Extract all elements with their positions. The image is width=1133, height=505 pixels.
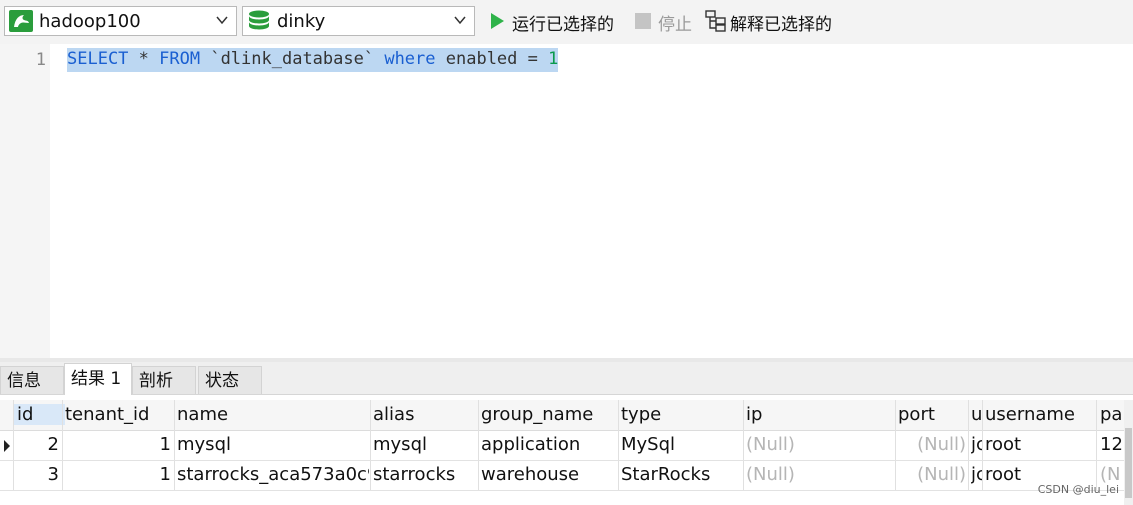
- vertical-scrollbar[interactable]: [1124, 400, 1133, 505]
- stop-label: 停止: [658, 15, 692, 35]
- watermark-credit: CSDN @diu_lei: [1037, 483, 1119, 496]
- column-header[interactable]: name: [177, 404, 367, 425]
- scrollbar-thumb[interactable]: [1125, 428, 1132, 498]
- database-name: dinky: [277, 11, 326, 32]
- tab-status[interactable]: 状态: [198, 366, 262, 394]
- connection-select[interactable]: hadoop100: [4, 6, 237, 36]
- cell-alias[interactable]: starrocks: [373, 464, 477, 485]
- cell-name[interactable]: starrocks_aca573a0c9: [177, 464, 369, 485]
- cell-u[interactable]: jc: [971, 434, 982, 455]
- run-selected-button[interactable]: 运行已选择的: [486, 9, 626, 35]
- column-header[interactable]: port: [898, 404, 966, 425]
- tab-result-1[interactable]: 结果 1: [64, 363, 132, 395]
- cell-type[interactable]: MySql: [621, 434, 742, 455]
- column-header[interactable]: group_name: [481, 404, 615, 425]
- cell-name[interactable]: mysql: [177, 434, 369, 455]
- line-number: 1: [35, 50, 46, 70]
- connection-name: hadoop100: [39, 11, 141, 32]
- tab-profile[interactable]: 剖析: [132, 366, 196, 394]
- cell-pa[interactable]: (N: [1100, 464, 1122, 485]
- column-header[interactable]: tenant_id: [65, 404, 170, 425]
- cell-alias[interactable]: mysql: [373, 434, 477, 455]
- table-row[interactable]: 3 1 starrocks_aca573a0c9 starrocks wareh…: [0, 461, 1133, 491]
- grid-header: id tenant_id name alias group_name type …: [0, 400, 1133, 431]
- cell-ip[interactable]: (Null): [746, 464, 893, 485]
- cell-pa[interactable]: 12: [1100, 434, 1122, 455]
- toolbar: hadoop100 dinky 运行已选择的 停止 解释已选择的: [0, 0, 1133, 44]
- cell-type[interactable]: StarRocks: [621, 464, 742, 485]
- column-header[interactable]: pa: [1100, 404, 1122, 425]
- result-tabs: 信息 结果 1 剖析 状态: [0, 362, 1133, 395]
- keyword-select: SELECT: [67, 49, 129, 69]
- keyword-from: FROM: [159, 49, 201, 69]
- column-header[interactable]: ip: [746, 404, 892, 425]
- code-table-name: `dlink_database`: [200, 49, 385, 69]
- cell-group-name[interactable]: warehouse: [481, 464, 617, 485]
- tab-info[interactable]: 信息: [0, 366, 64, 394]
- column-header[interactable]: id: [14, 404, 65, 425]
- database-icon: [247, 10, 271, 32]
- mysql-connection-icon: [9, 10, 33, 32]
- table-row[interactable]: 2 1 mysql mysql application MySql (Null)…: [0, 431, 1133, 461]
- cell-username[interactable]: root: [985, 464, 1095, 485]
- explain-selected-button[interactable]: 解释已选择的: [704, 9, 844, 35]
- result-grid: id tenant_id name alias group_name type …: [0, 400, 1133, 505]
- cell-port[interactable]: (Null): [896, 434, 966, 455]
- code-condition: enabled =: [435, 49, 549, 69]
- current-row-indicator-icon: [4, 440, 10, 452]
- column-header[interactable]: type: [621, 404, 741, 425]
- column-header[interactable]: u: [971, 404, 982, 425]
- cell-id[interactable]: 2: [14, 434, 59, 455]
- code-text: *: [128, 49, 160, 69]
- stop-icon: [634, 12, 652, 35]
- sql-code-line[interactable]: SELECT * FROM `dlink_database` where ena…: [67, 48, 559, 72]
- explain-icon: [705, 10, 727, 37]
- explain-selected-label: 解释已选择的: [730, 15, 832, 35]
- cell-port[interactable]: (Null): [896, 464, 966, 485]
- stop-button[interactable]: 停止: [632, 9, 698, 35]
- line-gutter: 1: [0, 44, 50, 358]
- cell-ip[interactable]: (Null): [746, 434, 893, 455]
- chevron-down-icon[interactable]: [216, 12, 228, 28]
- database-select[interactable]: dinky: [242, 6, 475, 36]
- column-header[interactable]: username: [985, 404, 1093, 425]
- cell-tenant-id[interactable]: 1: [63, 464, 171, 485]
- column-header[interactable]: alias: [373, 404, 476, 425]
- keyword-where: where: [384, 49, 436, 69]
- play-icon: [488, 12, 506, 35]
- cell-tenant-id[interactable]: 1: [63, 434, 171, 455]
- cell-username[interactable]: root: [985, 434, 1095, 455]
- sql-editor[interactable]: 1 SELECT * FROM `dlink_database` where e…: [0, 44, 1133, 358]
- code-number: 1: [548, 49, 559, 69]
- cell-u[interactable]: jc: [971, 464, 982, 485]
- cell-group-name[interactable]: application: [481, 434, 617, 455]
- run-selected-label: 运行已选择的: [512, 15, 614, 35]
- chevron-down-icon[interactable]: [454, 12, 466, 28]
- cell-id[interactable]: 3: [14, 464, 59, 485]
